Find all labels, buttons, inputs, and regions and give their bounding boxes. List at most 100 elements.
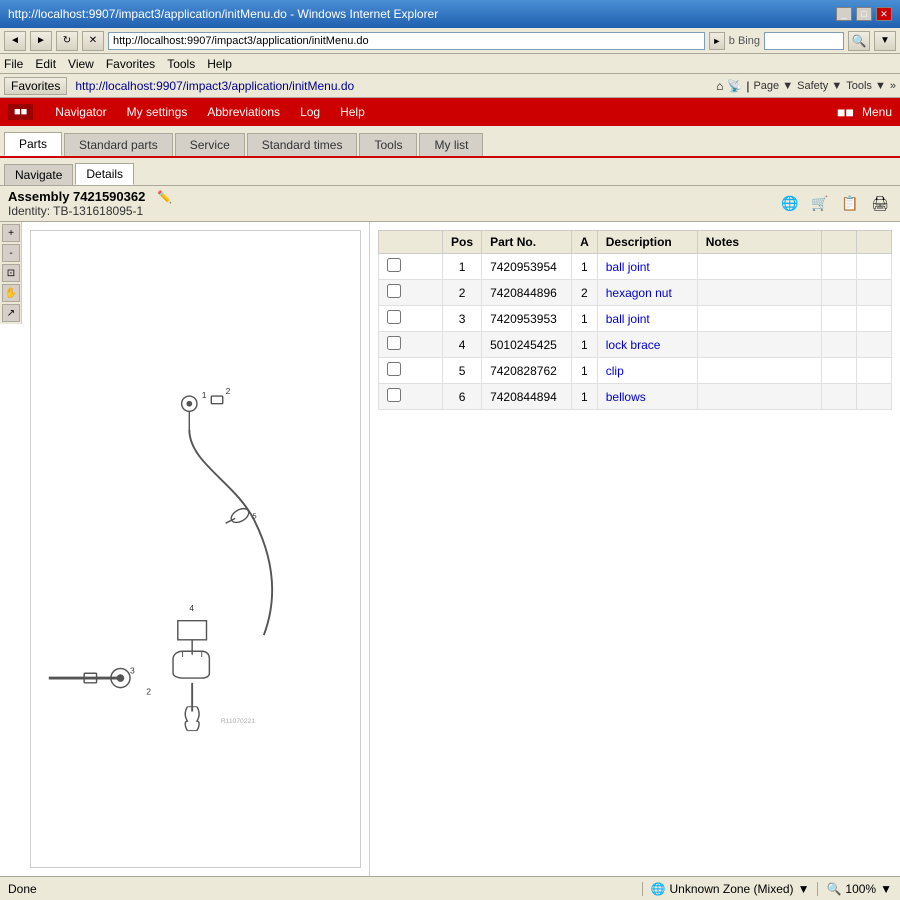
assembly-identity: Identity: TB-131618095-1 [8, 204, 778, 218]
pan-tool[interactable]: ✋ [2, 284, 20, 302]
row-qty: 2 [572, 280, 598, 306]
more-button[interactable]: » [890, 80, 896, 92]
tab-standard-times[interactable]: Standard times [247, 133, 358, 156]
rss-icon[interactable]: 📡 [727, 79, 742, 93]
row-partno: 7420953954 [482, 254, 572, 280]
nav-navigator[interactable]: Navigator [45, 98, 116, 126]
select-tool[interactable]: ↗ [2, 304, 20, 322]
print-icon[interactable]: 🖨 [868, 192, 892, 216]
part-link-2[interactable]: ball joint [606, 312, 650, 326]
zoom-in-tool[interactable]: + [2, 224, 20, 242]
fit-tool[interactable]: ⊡ [2, 264, 20, 282]
row-checkbox-2[interactable] [387, 310, 401, 324]
assembly-title: Assembly 7421590362 ✏️ [8, 189, 778, 204]
favorites-link[interactable]: http://localhost:9907/impact3/applicatio… [75, 79, 354, 93]
zone-text: Unknown Zone (Mixed) [670, 882, 794, 896]
main-tab-bar: Parts Standard parts Service Standard ti… [0, 126, 900, 158]
col-notes: Notes [697, 231, 821, 254]
search-go-button[interactable]: 🔍 [848, 31, 870, 51]
tab-tools[interactable]: Tools [359, 133, 417, 156]
menu-edit[interactable]: Edit [35, 57, 56, 71]
row-pos: 3 [443, 306, 482, 332]
zoom-out-tool[interactable]: - [2, 244, 20, 262]
favorites-right-area: ⌂ 📡 | Page ▼ Safety ▼ Tools ▼ » [716, 79, 896, 93]
diagram-area: 1 2 5 [22, 222, 369, 876]
row-action2 [856, 384, 891, 410]
row-description: ball joint [597, 254, 697, 280]
menu-favorites[interactable]: Favorites [106, 57, 155, 71]
row-action2 [856, 332, 891, 358]
table-row: 3 7420953953 1 ball joint [379, 306, 892, 332]
safety-button[interactable]: Safety ▼ [797, 80, 842, 92]
zoom-level: 100% [845, 882, 876, 896]
row-checkbox-4[interactable] [387, 362, 401, 376]
forward-button[interactable]: ► [30, 31, 52, 51]
row-notes [697, 280, 821, 306]
app-logo: ■■ [8, 104, 33, 120]
globe-icon[interactable]: 🌐 [778, 192, 802, 216]
part-link-5[interactable]: bellows [606, 390, 646, 404]
row-notes [697, 306, 821, 332]
maximize-button[interactable]: □ [856, 7, 872, 21]
address-input[interactable] [108, 32, 705, 50]
part-link-0[interactable]: ball joint [606, 260, 650, 274]
nav-abbreviations[interactable]: Abbreviations [197, 98, 290, 126]
search-input[interactable] [764, 32, 844, 50]
nav-log[interactable]: Log [290, 98, 330, 126]
part-link-3[interactable]: lock brace [606, 338, 661, 352]
row-pos: 1 [443, 254, 482, 280]
go-button[interactable]: ► [709, 32, 725, 50]
window-controls: _ □ ✕ [836, 7, 892, 21]
stop-button[interactable]: ✕ [82, 31, 104, 51]
row-checkbox-1[interactable] [387, 284, 401, 298]
row-action1 [821, 306, 856, 332]
row-description: hexagon nut [597, 280, 697, 306]
menu-file[interactable]: File [4, 57, 23, 71]
app-logo-icon: ■■ [837, 104, 854, 120]
search-options-button[interactable]: ▼ [874, 31, 896, 51]
home-icon[interactable]: ⌂ [716, 79, 723, 93]
row-description: lock brace [597, 332, 697, 358]
row-pos: 4 [443, 332, 482, 358]
refresh-button[interactable]: ↻ [56, 31, 78, 51]
browser-title-bar: http://localhost:9907/impact3/applicatio… [0, 0, 900, 28]
tab-standard-parts[interactable]: Standard parts [64, 133, 173, 156]
assembly-edit-icon[interactable]: ✏️ [157, 190, 172, 204]
cart-icon[interactable]: 🛒 [808, 192, 832, 216]
nav-my-settings[interactable]: My settings [117, 98, 198, 126]
action-bar: Assembly 7421590362 ✏️ Identity: TB-1316… [0, 186, 900, 222]
tab-parts[interactable]: Parts [4, 132, 62, 156]
row-action1 [821, 280, 856, 306]
row-checkbox-3[interactable] [387, 336, 401, 350]
zoom-status: 🔍 100% ▼ [817, 882, 892, 896]
zone-dropdown[interactable]: ▼ [798, 882, 810, 896]
menu-tools[interactable]: Tools [167, 57, 195, 71]
row-action1 [821, 384, 856, 410]
tab-service[interactable]: Service [175, 133, 245, 156]
menu-help[interactable]: Help [207, 57, 232, 71]
nav-help[interactable]: Help [330, 98, 375, 126]
back-button[interactable]: ◄ [4, 31, 26, 51]
col-qty: A [572, 231, 598, 254]
row-action2 [856, 306, 891, 332]
row-checkbox-5[interactable] [387, 388, 401, 402]
row-notes [697, 332, 821, 358]
tab-my-list[interactable]: My list [419, 133, 483, 156]
row-notes [697, 384, 821, 410]
row-qty: 1 [572, 384, 598, 410]
minimize-button[interactable]: _ [836, 7, 852, 21]
favorites-button[interactable]: Favorites [4, 77, 67, 95]
sub-tab-details[interactable]: Details [75, 163, 134, 185]
row-partno: 7420828762 [482, 358, 572, 384]
page-button[interactable]: Page ▼ [753, 80, 793, 92]
zoom-dropdown[interactable]: ▼ [880, 882, 892, 896]
col-description: Description [597, 231, 697, 254]
tools-button[interactable]: Tools ▼ [846, 80, 886, 92]
close-button[interactable]: ✕ [876, 7, 892, 21]
part-link-1[interactable]: hexagon nut [606, 286, 672, 300]
part-link-4[interactable]: clip [606, 364, 624, 378]
sub-tab-navigate[interactable]: Navigate [4, 164, 73, 185]
row-checkbox-0[interactable] [387, 258, 401, 272]
copy-icon[interactable]: 📋 [838, 192, 862, 216]
menu-view[interactable]: View [68, 57, 94, 71]
